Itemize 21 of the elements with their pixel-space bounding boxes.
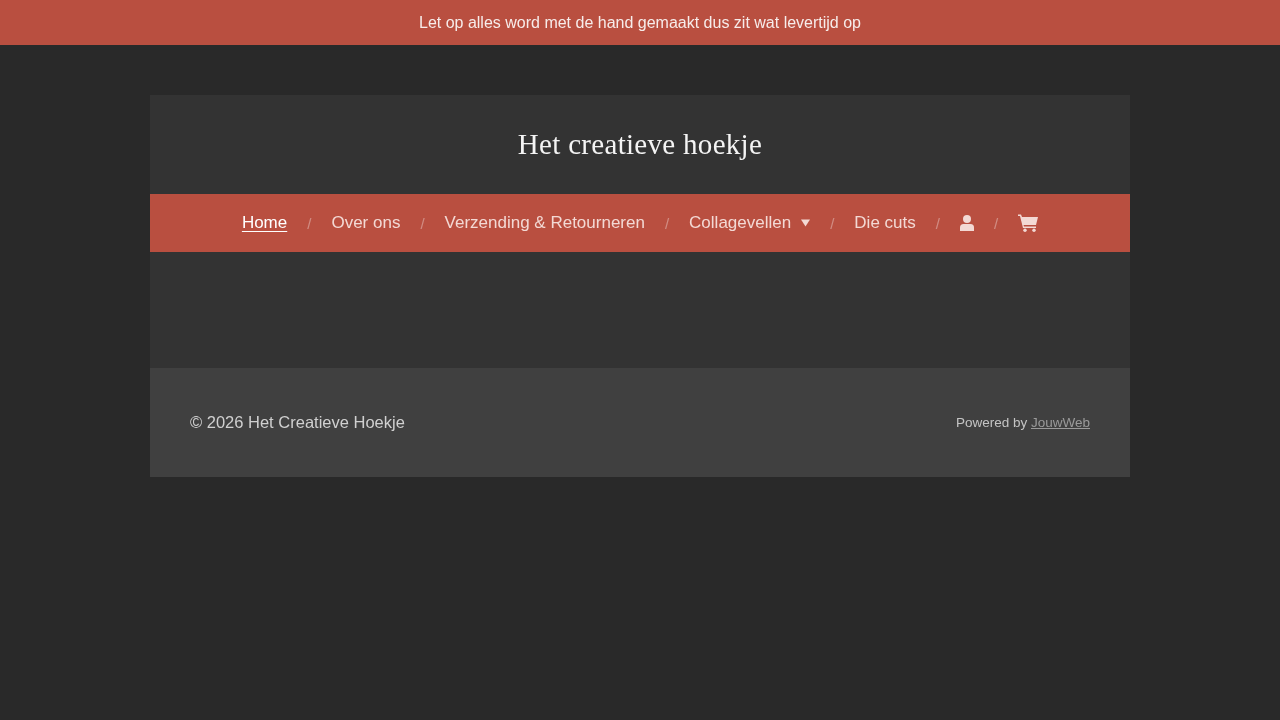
caret-icon [801, 219, 811, 227]
site-title[interactable]: Het creatieve hoekje [517, 128, 763, 161]
nav-link[interactable]: Over ons [331, 213, 401, 233]
nav-dropdown[interactable]: Collagevellen [689, 213, 811, 233]
nav-separator: / [306, 214, 313, 232]
nav-separator: / [663, 214, 671, 232]
announcement-text: Let op alles word met de hand gemaakt dus zit wat levertijd op [419, 13, 861, 32]
cart-button[interactable] [1018, 214, 1039, 232]
cart-icon [1018, 214, 1039, 232]
copyright-text: © 2026 Het Creatieve Hoekje [190, 413, 405, 432]
nav-separator: / [992, 214, 1000, 232]
account-button[interactable] [959, 215, 974, 231]
user-icon [959, 215, 974, 231]
nav-link[interactable]: Verzending & Retourneren [444, 213, 645, 233]
jouwweb-link[interactable]: JouwWeb [1030, 415, 1090, 430]
nav-separator: / [829, 214, 836, 232]
nav-separator: / [934, 214, 941, 232]
nav-link[interactable]: Die cuts [854, 213, 916, 233]
nav-link[interactable]: Home [241, 213, 288, 233]
powered-by-text: Powered by JouwWeb [955, 415, 1090, 430]
nav-separator: / [419, 214, 426, 232]
